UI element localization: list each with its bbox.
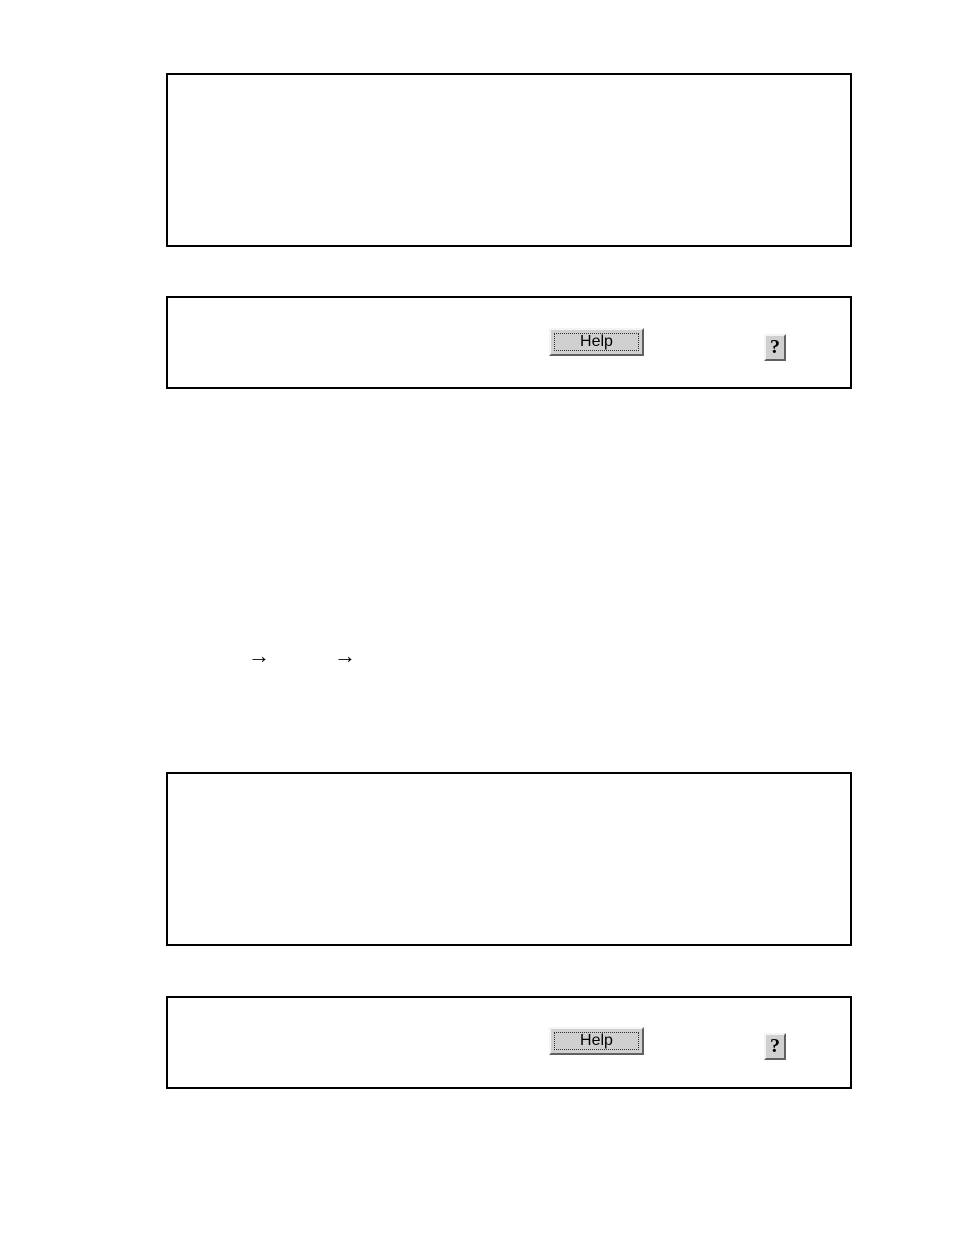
page: Help ? → → Help ?	[0, 0, 954, 1235]
question-mark-icon-2[interactable]: ?	[764, 1033, 786, 1060]
arrow-right-icon-2: →	[334, 645, 356, 667]
arrow-right-icon-1: →	[248, 645, 270, 667]
panel-bottom-large	[166, 772, 852, 946]
panel-help-row-1	[166, 296, 852, 389]
question-mark-icon-1[interactable]: ?	[764, 334, 786, 361]
help-button-1[interactable]: Help	[549, 328, 644, 356]
panel-top-large	[166, 73, 852, 247]
panel-help-row-2	[166, 996, 852, 1089]
help-button-2[interactable]: Help	[549, 1027, 644, 1055]
